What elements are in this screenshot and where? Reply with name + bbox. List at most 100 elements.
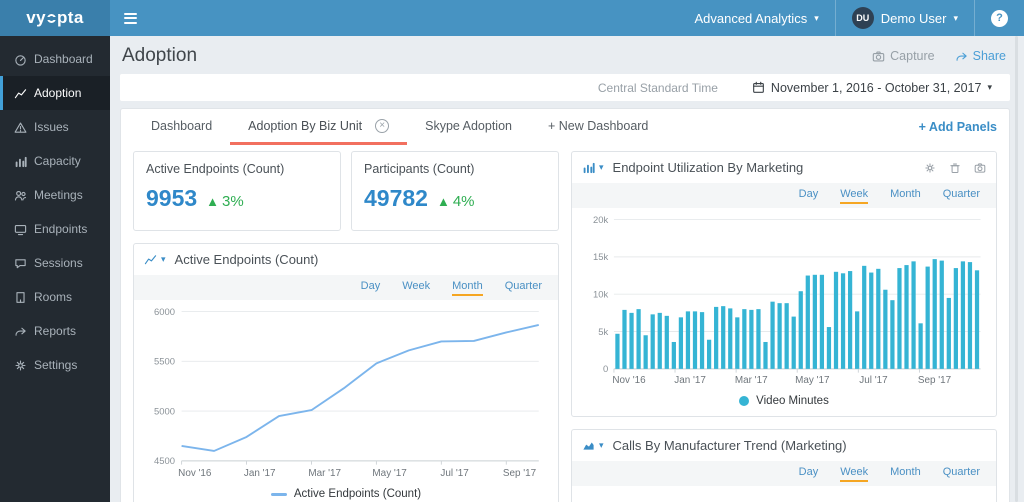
chart-type-dropdown[interactable]: ▾ [582, 161, 604, 174]
panel-action-gear-icon[interactable] [924, 162, 936, 174]
hamburger-menu-icon[interactable] [124, 12, 137, 24]
share-arrow-icon [956, 52, 967, 61]
svg-text:Jul '17: Jul '17 [440, 468, 469, 479]
kpi-label: Active Endpoints (Count) [146, 162, 285, 176]
chart-area: 4500 5000 5500 6000 Nov '16 Jan '17 Mar '17 May… [134, 300, 558, 485]
panel-action-camera-icon[interactable] [974, 162, 986, 174]
date-strip: Central Standard Time November 1, 2016 -… [120, 74, 1010, 101]
close-tab-icon[interactable]: × [375, 118, 390, 133]
area-chart-icon [583, 442, 594, 450]
active-endpoints-line-chart[interactable]: 4500 5000 5500 6000 Nov '16 Jan '17 Mar '17 May… [140, 304, 552, 485]
panel-header: ▾ Active Endpoints (Count) [134, 244, 558, 275]
chat-icon [15, 258, 26, 268]
period-week[interactable]: Week [402, 280, 430, 296]
warning-icon [14, 121, 27, 133]
sidebar-item-label: Endpoints [34, 222, 88, 236]
period-week[interactable]: Week [840, 188, 869, 204]
period-quarter[interactable]: Quarter [505, 280, 542, 296]
chevron-down-icon: ▾ [953, 12, 958, 23]
tab-adoption-by-biz-unit[interactable]: Adoption By Biz Unit × [230, 109, 408, 145]
sidebar-item-reports[interactable]: Reports [0, 314, 110, 348]
scrollbar[interactable] [1015, 36, 1018, 502]
sidebar-item-meetings[interactable]: Meetings [0, 178, 110, 212]
kpi-delta: 3% [222, 193, 244, 210]
add-panels-button[interactable]: + Add Panels [919, 120, 997, 134]
sidebar-item-label: Sessions [34, 256, 83, 270]
brand-logo[interactable]: vy pta [0, 0, 110, 36]
calls-by-manufacturer-chart[interactable]: 3k [578, 490, 990, 502]
chart-type-dropdown[interactable]: ▾ [582, 439, 604, 452]
user-menu[interactable]: DU Demo User ▾ [836, 0, 974, 36]
panel-header: ▾ Endpoint Utilization By Marketing [572, 152, 996, 183]
svg-text:6000: 6000 [154, 307, 175, 318]
chevron-down-icon: ▾ [161, 254, 166, 264]
svg-text:Mar '17: Mar '17 [308, 468, 341, 479]
period-day[interactable]: Day [361, 280, 381, 296]
kpi-delta: 4% [452, 193, 475, 210]
chart-area: 0 5k 10k 15k 20k Nov '16 Jan '17 Mar '17 May '17… [572, 208, 996, 392]
chart-type-dropdown[interactable]: ▾ [144, 253, 166, 266]
panel-title: Active Endpoints (Count) [174, 252, 319, 267]
period-month[interactable]: Month [890, 188, 921, 204]
panel-header: ▾ Calls By Manufacturer Trend (Marketing… [572, 430, 996, 461]
sidebar-item-label: Dashboard [34, 52, 93, 66]
capture-button[interactable]: Capture [872, 49, 935, 63]
period-toolbar: Day Week Month Quarter [572, 183, 996, 208]
period-month[interactable]: Month [890, 466, 921, 482]
sidebar-item-dashboard[interactable]: Dashboard [0, 42, 110, 76]
legend-dot-swatch [739, 395, 750, 406]
kpi-card-participants: Participants (Count) 49782 ▲ 4% [351, 151, 559, 231]
period-quarter[interactable]: Quarter [943, 466, 980, 482]
panel-title: Calls By Manufacturer Trend (Marketing) [612, 437, 847, 453]
help-button[interactable]: ? [975, 0, 1024, 36]
panel-endpoint-utilization: ▾ Endpoint Utilization By Marketing Day W… [571, 151, 997, 417]
period-day[interactable]: Day [799, 466, 819, 482]
sidebar-item-capacity[interactable]: Capacity [0, 144, 110, 178]
svg-text:May '17: May '17 [372, 468, 407, 479]
chart-legend[interactable]: Video Minutes [572, 392, 996, 416]
svg-text:4500: 4500 [154, 456, 175, 467]
period-month[interactable]: Month [452, 280, 483, 296]
sidebar-item-issues[interactable]: Issues [0, 110, 110, 144]
svg-text:Jan '17: Jan '17 [244, 468, 276, 479]
panel-action-trash-icon[interactable] [949, 162, 961, 174]
user-name-label: Demo User [880, 10, 947, 26]
svg-text:Sep '17: Sep '17 [918, 375, 952, 386]
sidebar-item-label: Capacity [34, 154, 81, 168]
sidebar-item-adoption[interactable]: Adoption [0, 76, 110, 110]
share-button[interactable]: Share [955, 49, 1006, 63]
sidebar-item-sessions[interactable]: Sessions [0, 246, 110, 280]
endpoint-utilization-bar-chart[interactable]: 0 5k 10k 15k 20k Nov '16 Jan '17 Mar '17 May '17… [578, 212, 990, 392]
tab-list: Dashboard Adoption By Biz Unit × Skype Adop… [133, 109, 666, 145]
sidebar-item-endpoints[interactable]: Endpoints [0, 212, 110, 246]
panel-active-endpoints: ▾ Active Endpoints (Count) Day Week Month Q… [133, 243, 559, 502]
chart-legend[interactable]: Active Endpoints (Count) [134, 485, 558, 502]
tab-skype-adoption[interactable]: Skype Adoption [407, 109, 530, 145]
logo-power-o-icon [46, 13, 57, 23]
building-icon [16, 291, 25, 303]
sidebar-item-rooms[interactable]: Rooms [0, 280, 110, 314]
dashboard-card: Dashboard Adoption By Biz Unit × Skype Adop… [120, 108, 1010, 502]
camera-icon [872, 50, 885, 62]
kpi-value: 9953 [146, 185, 198, 211]
period-week[interactable]: Week [840, 466, 869, 482]
line-chart-icon [14, 88, 27, 98]
period-quarter[interactable]: Quarter [943, 188, 980, 204]
tab-label: Adoption By Biz Unit [248, 118, 363, 133]
tab--new-dashboard[interactable]: + New Dashboard [530, 109, 666, 145]
sidebar-item-label: Rooms [34, 290, 73, 304]
sidebar-item-settings[interactable]: Settings [0, 348, 110, 382]
advanced-analytics-menu[interactable]: Advanced Analytics ▾ [678, 0, 834, 36]
svg-text:May '17: May '17 [795, 375, 830, 386]
trend-up-icon: ▲ [436, 194, 450, 209]
share-label: Share [972, 49, 1006, 63]
tab-dashboard[interactable]: Dashboard [133, 109, 230, 145]
period-day[interactable]: Day [799, 188, 819, 204]
sidebar-item-label: Issues [34, 120, 69, 134]
page-title: Adoption [122, 45, 198, 66]
period-toolbar: Day Week Month Quarter [134, 275, 558, 300]
sidebar-item-label: Meetings [34, 188, 83, 202]
date-range-picker[interactable]: November 1, 2016 - October 31, 2017 ▾ [746, 80, 998, 96]
sidebar-item-label: Settings [34, 358, 78, 372]
trend-up-icon: ▲ [206, 194, 220, 209]
